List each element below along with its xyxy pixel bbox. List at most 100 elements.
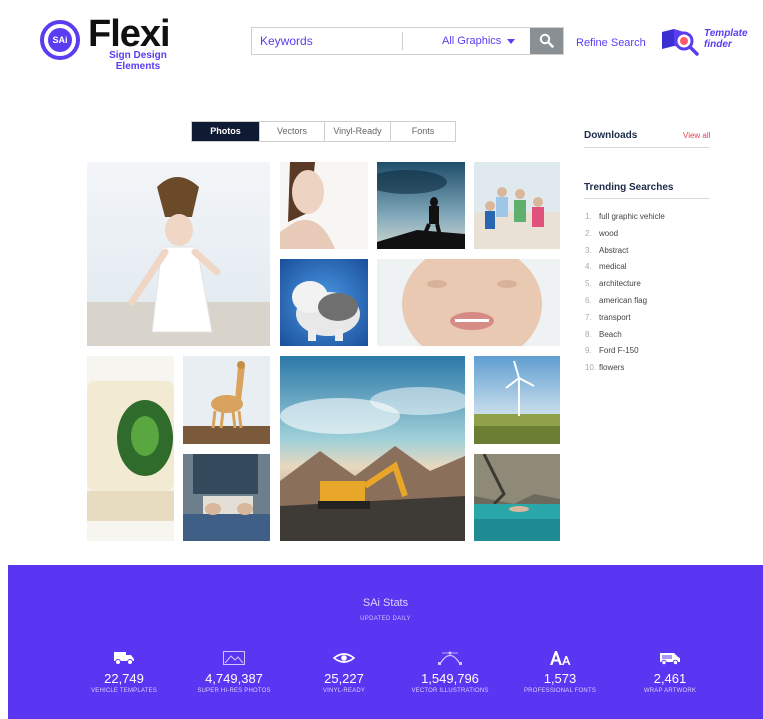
trending-term: Beach [599, 329, 622, 339]
stat-label: VEHICLE TEMPLATES [91, 688, 157, 694]
template-finder-line-1: Template [704, 28, 748, 39]
font-icon [550, 651, 571, 665]
logo-tagline: Sign Design Elements [102, 50, 174, 72]
trending-term: full graphic vehicle [599, 212, 665, 221]
tab-vinyl-ready[interactable]: Vinyl-Ready [324, 122, 390, 141]
trending-number: 9. [585, 346, 592, 356]
stat-value: 4,749,387 [205, 671, 263, 686]
trending-item[interactable]: 2. wood [585, 229, 715, 246]
trending-term: wood [599, 228, 619, 238]
bezier-curve-icon [438, 651, 462, 665]
photo-freckled-face[interactable] [377, 259, 560, 346]
logo-tagline-line-1: Sign Design [109, 50, 167, 61]
stat-label: VINYL-READY [322, 688, 366, 694]
stat-value: 1,549,796 [421, 671, 479, 686]
stat-professional-fonts: 1,573 PROFESSIONAL FONTS [505, 650, 615, 694]
search-icon [539, 33, 554, 48]
tab-photos[interactable]: Photos [192, 122, 259, 141]
trending-item[interactable]: 7. transport [585, 313, 715, 330]
trending-item[interactable]: 8. Beach [585, 330, 715, 347]
trending-searches-title: Trending Searches [584, 182, 674, 193]
template-finder-link[interactable]: Template finder [704, 28, 748, 50]
trending-item[interactable]: 1. full graphic vehicle [585, 212, 715, 229]
trending-item[interactable]: 9. Ford F-150 [585, 346, 715, 363]
trending-term: Abstract [599, 245, 629, 255]
photo-excavator-landscape[interactable] [280, 356, 465, 541]
stat-hi-res-photos: 4,749,387 SUPER HI-RES PHOTOS [179, 650, 289, 694]
photo-sushi-roll[interactable] [87, 356, 174, 541]
photo-sheepdog[interactable] [280, 259, 368, 346]
trending-number: 8. [585, 329, 592, 339]
photo-toy-giraffe[interactable] [183, 356, 270, 444]
photo-wind-turbine[interactable] [474, 356, 560, 444]
refine-search-link[interactable]: Refine Search [576, 37, 646, 49]
sai-badge-text: SAi [48, 28, 72, 52]
trending-number: 10. [585, 363, 597, 373]
template-finder-icon[interactable] [660, 26, 700, 56]
trending-term: american flag [599, 295, 648, 305]
trending-number: 6. [585, 295, 592, 305]
photo-icon [223, 651, 245, 665]
media-type-tabs: Photos Vectors Vinyl-Ready Fonts [191, 121, 456, 142]
search-divider [402, 32, 403, 50]
trending-list: 1. full graphic vehicle 2. wood 3. Abstract… [585, 212, 715, 380]
stat-vehicle-templates: 22,749 VEHICLE TEMPLATES [69, 650, 179, 694]
downloads-title: Downloads [584, 130, 638, 141]
photo-man-reading[interactable] [183, 454, 270, 541]
logo-name: Flexi [88, 13, 171, 55]
trending-number: 2. [585, 228, 592, 238]
downloads-divider [584, 147, 710, 148]
trending-item[interactable]: 4. medical [585, 262, 715, 279]
van-wrap-icon [660, 653, 680, 665]
photo-lagoon-swimmer[interactable] [474, 454, 560, 541]
search-bar: All Graphics [251, 27, 564, 55]
trending-term: architecture [599, 279, 641, 289]
stats-footer: SAi Stats UPDATED DAILY 22,749 VEHICLE T… [8, 565, 763, 719]
trending-term: flowers [599, 363, 625, 373]
tab-fonts[interactable]: Fonts [390, 122, 455, 141]
photo-woman-portrait[interactable] [280, 162, 368, 249]
stat-value: 1,573 [543, 671, 577, 686]
stat-value: 25,227 [324, 671, 364, 686]
photo-hiker-silhouette[interactable] [377, 162, 465, 249]
stats-subtitle: UPDATED DAILY [360, 616, 411, 622]
template-finder-line-2: finder [704, 39, 732, 50]
tab-vectors[interactable]: Vectors [259, 122, 324, 141]
stats-title: SAi Stats [362, 597, 409, 609]
stat-label: WRAP ARTWORK [643, 688, 697, 694]
stat-label: SUPER HI-RES PHOTOS [197, 688, 271, 694]
search-input[interactable] [252, 28, 418, 54]
photo-girl-beach[interactable] [87, 162, 270, 346]
photo-kids-running[interactable] [474, 162, 560, 249]
trending-item[interactable]: 3. Abstract [585, 246, 715, 263]
trending-number: 5. [585, 279, 592, 289]
logo-tagline-line-2: Elements [115, 61, 161, 72]
trending-term: transport [599, 312, 631, 322]
stat-vinyl-ready: 25,227 VINYL-READY [289, 650, 399, 694]
caret-down-icon [507, 38, 516, 44]
category-select[interactable]: All Graphics [442, 28, 516, 54]
view-all-link[interactable]: View all [683, 131, 710, 140]
stat-wrap-artwork: 2,461 WRAP ARTWORK [615, 650, 725, 694]
trending-number: 4. [585, 262, 592, 272]
flexi-logo[interactable]: SAi Flexi Sign Design Elements [40, 14, 190, 74]
trending-item[interactable]: 10. flowers [585, 363, 715, 380]
trending-number: 3. [585, 245, 592, 255]
stat-vector-illustrations: 1,549,796 VECTOR ILLUSTRATIONS [395, 650, 505, 694]
stat-label: PROFESSIONAL FONTS [523, 688, 597, 694]
trending-item[interactable]: 6. american flag [585, 296, 715, 313]
trending-item[interactable]: 5. architecture [585, 279, 715, 296]
stat-label: VECTOR ILLUSTRATIONS [411, 688, 489, 694]
truck-icon [114, 652, 134, 665]
search-button[interactable] [530, 28, 563, 54]
trending-number: 7. [585, 312, 592, 322]
trending-number: 1. [585, 212, 592, 221]
trending-divider [584, 198, 710, 199]
category-select-value: All Graphics [442, 35, 502, 47]
sai-badge-icon: SAi [40, 20, 80, 60]
stat-value: 2,461 [653, 671, 687, 686]
trending-term: medical [599, 262, 627, 272]
vinyl-eye-icon [333, 653, 355, 663]
trending-term: Ford F-150 [599, 346, 639, 356]
stat-value: 22,749 [104, 671, 144, 686]
